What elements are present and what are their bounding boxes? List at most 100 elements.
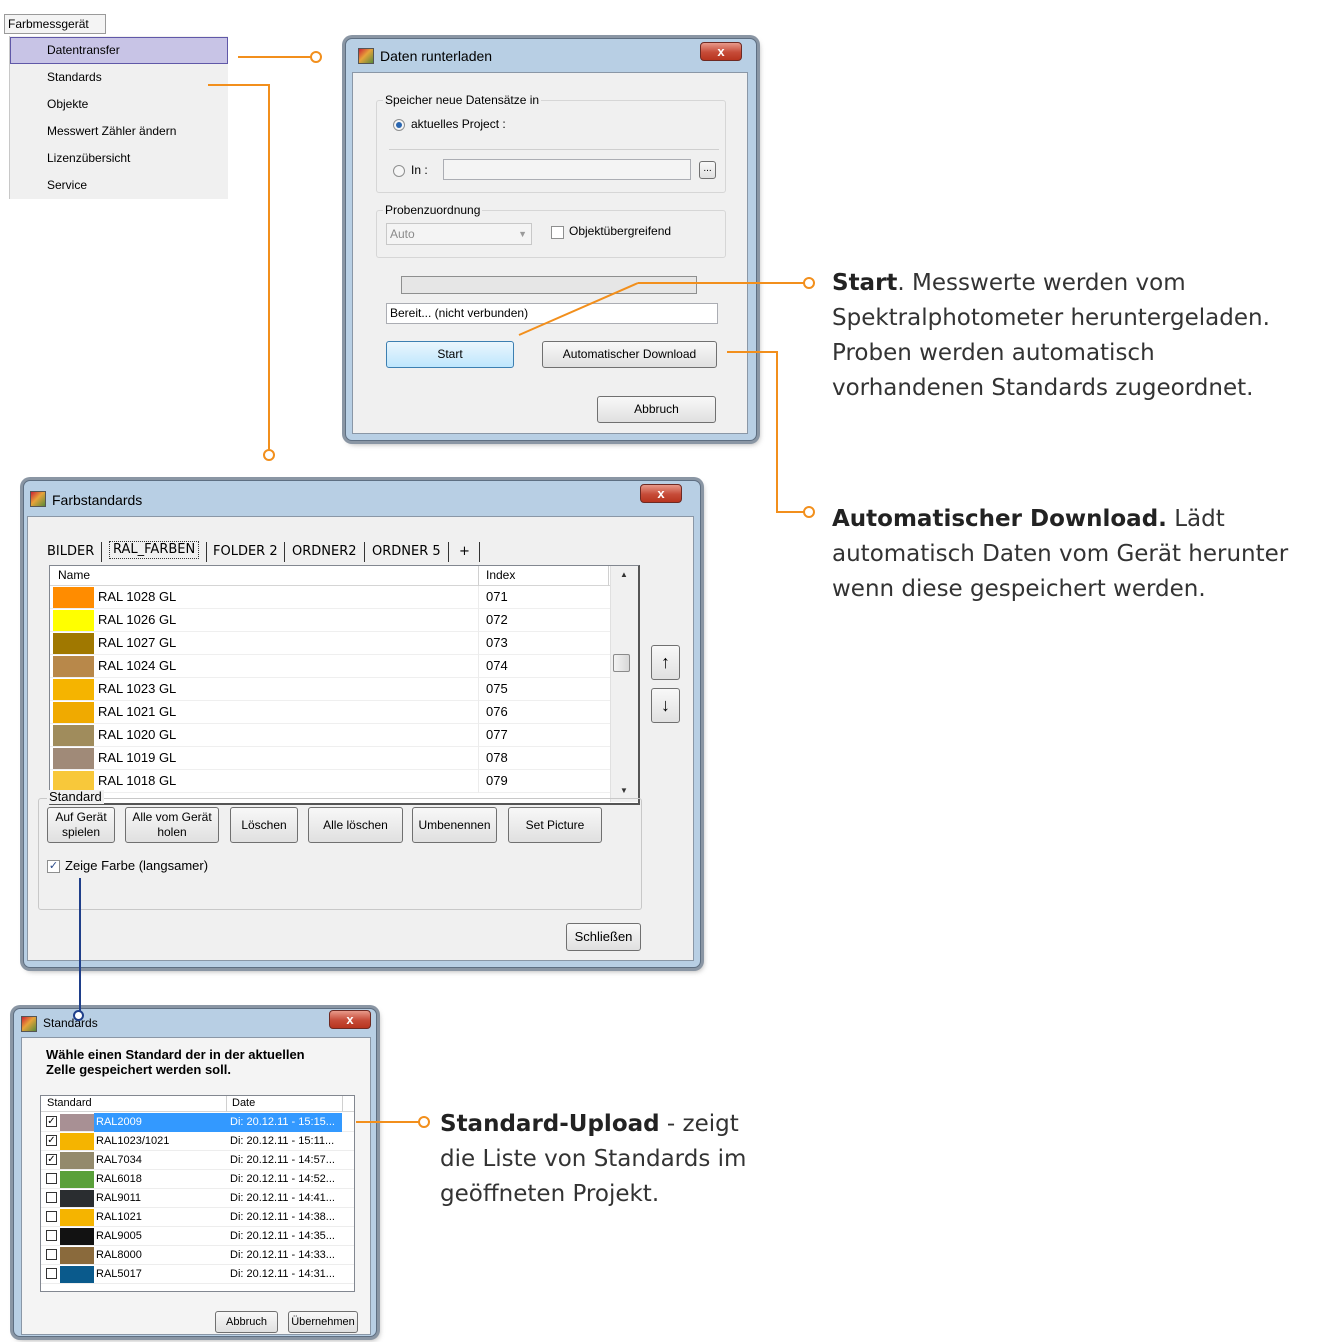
table-row[interactable]: RAL1021 Di: 20.12.11 - 14:38... (41, 1208, 354, 1227)
row-standard-name: RAL6018 (96, 1173, 142, 1185)
set-picture-button[interactable]: Set Picture (508, 807, 602, 843)
upload-cancel-button[interactable]: Abbruch (215, 1311, 278, 1333)
cross-object-checkbox[interactable] (551, 226, 564, 239)
menu-item-service[interactable]: Service (10, 172, 228, 199)
standards-list: Name Index RAL 1028 GL 071 RAL 1026 GL 072 R… (49, 565, 640, 805)
table-row[interactable]: ✓ RAL2009 Di: 20.12.11 - 15:15... (41, 1113, 354, 1132)
row-name: RAL 1020 GL (98, 727, 177, 742)
col-divider (478, 770, 479, 793)
color-swatch (53, 633, 94, 654)
farbstandards-client: BILDER RAL_FARBEN FOLDER 2 ORDNER2 ORDNE… (27, 516, 694, 961)
in-path-input[interactable] (443, 159, 691, 180)
row-index: 079 (486, 773, 508, 788)
tab-ral-farben[interactable]: RAL_FARBEN (109, 541, 200, 559)
row-name: RAL 1018 GL (98, 773, 177, 788)
farbstandards-title: Farbstandards (52, 492, 143, 508)
tab-bilder[interactable]: BILDER (47, 543, 94, 561)
tab-folder-2[interactable]: FOLDER 2 (213, 543, 278, 561)
tab-divider (101, 542, 102, 562)
radio-in[interactable] (393, 165, 405, 177)
tab-divider (284, 542, 285, 562)
delete-all-button[interactable]: Alle löschen (308, 807, 403, 843)
table-row[interactable]: RAL5017 Di: 20.12.11 - 14:31... (41, 1265, 354, 1284)
table-row[interactable]: RAL8000 Di: 20.12.11 - 14:33... (41, 1246, 354, 1265)
color-swatch (60, 1133, 94, 1150)
table-row[interactable]: RAL 1028 GL 071 (50, 586, 610, 609)
tab-ordner2[interactable]: ORDNER2 (292, 543, 357, 561)
close-icon[interactable]: x (700, 42, 742, 61)
row-name: RAL 1023 GL (98, 681, 177, 696)
row-checkbox[interactable] (46, 1173, 57, 1184)
table-row[interactable]: RAL6018 Di: 20.12.11 - 14:52... (41, 1170, 354, 1189)
menu-item-lizenzuebersicht[interactable]: Lizenzübersicht (10, 145, 228, 172)
table-row[interactable]: ✓ RAL1023/1021 Di: 20.12.11 - 15:11... (41, 1132, 354, 1151)
upload-apply-button[interactable]: Übernehmen (288, 1311, 358, 1333)
table-row[interactable]: RAL 1018 GL 079 (50, 770, 610, 793)
table-row[interactable]: RAL 1021 GL 076 (50, 701, 610, 724)
table-row[interactable]: ✓ RAL7034 Di: 20.12.11 - 14:57... (41, 1151, 354, 1170)
color-swatch (53, 725, 94, 746)
close-button[interactable]: Schließen (566, 923, 641, 951)
row-checkbox[interactable] (46, 1249, 57, 1260)
cancel-button[interactable]: Abbruch (597, 396, 716, 423)
browse-button[interactable]: ... (699, 161, 716, 179)
row-checkbox[interactable] (46, 1230, 57, 1241)
row-standard-name: RAL9005 (96, 1230, 142, 1242)
chevron-up-icon[interactable]: ▲ (620, 570, 628, 579)
show-color-checkbox[interactable]: ✓ (47, 860, 60, 873)
menu-item-objekte[interactable]: Objekte (10, 91, 228, 118)
menu-item-standards[interactable]: Standards (10, 64, 228, 91)
rename-button[interactable]: Umbenennen (412, 807, 497, 843)
play-to-device-button[interactable]: Auf Gerät spielen (47, 807, 115, 843)
radio-current-project[interactable] (393, 119, 405, 131)
menu-item-messwert-zaehler[interactable]: Messwert Zähler ändern (10, 118, 228, 145)
tab-add[interactable]: + (459, 543, 470, 561)
assignment-select[interactable]: Auto ▼ (386, 223, 532, 245)
color-swatch (60, 1190, 94, 1207)
table-row[interactable]: RAL 1024 GL 074 (50, 655, 610, 678)
row-date: Di: 20.12.11 - 15:11... (230, 1135, 335, 1147)
table-row[interactable]: RAL 1020 GL 077 (50, 724, 610, 747)
close-icon[interactable]: x (329, 1010, 371, 1029)
connector-line-blue (79, 878, 81, 1013)
scrollbar-thumb[interactable] (613, 654, 630, 672)
col-name-header[interactable]: Name (58, 567, 90, 584)
table-row[interactable]: RAL 1019 GL 078 (50, 747, 610, 770)
row-name: RAL 1028 GL (98, 589, 177, 604)
menu-header-farbmessgeraet[interactable]: Farbmessgerät (4, 14, 106, 34)
auto-download-button[interactable]: Automatischer Download (542, 341, 717, 368)
table-row[interactable]: RAL 1023 GL 075 (50, 678, 610, 701)
color-swatch (60, 1209, 94, 1226)
row-checkbox[interactable]: ✓ (46, 1154, 57, 1165)
chevron-down-icon[interactable]: ▼ (620, 786, 628, 795)
row-checkbox[interactable] (46, 1211, 57, 1222)
table-row[interactable]: RAL 1027 GL 073 (50, 632, 610, 655)
move-up-button[interactable]: ↑ (651, 645, 680, 680)
row-index: 072 (486, 612, 508, 627)
delete-button[interactable]: Löschen (230, 807, 298, 843)
col-index-header[interactable]: Index (486, 567, 515, 584)
row-checkbox[interactable]: ✓ (46, 1135, 57, 1146)
menu-item-datentransfer[interactable]: Datentransfer (10, 37, 228, 64)
color-swatch (53, 656, 94, 677)
row-checkbox[interactable] (46, 1268, 57, 1279)
tab-divider (448, 542, 449, 562)
fetch-all-button[interactable]: Alle vom Gerät holen (125, 807, 219, 843)
move-down-button[interactable]: ↓ (651, 688, 680, 723)
row-checkbox[interactable]: ✓ (46, 1116, 57, 1127)
row-checkbox[interactable] (46, 1192, 57, 1203)
table-row[interactable]: RAL9011 Di: 20.12.11 - 14:41... (41, 1189, 354, 1208)
start-button[interactable]: Start (386, 341, 514, 368)
table-row[interactable]: RAL9005 Di: 20.12.11 - 14:35... (41, 1227, 354, 1246)
connector-dot (263, 449, 275, 461)
list-scrollbar[interactable]: ▲ ▼ (610, 566, 638, 802)
col-date-header[interactable]: Date (232, 1096, 255, 1111)
app-icon (21, 1016, 37, 1032)
radio-in-label: In : (411, 163, 428, 177)
col-standard-header[interactable]: Standard (47, 1096, 92, 1111)
row-index: 075 (486, 681, 508, 696)
tab-ordner-5[interactable]: ORDNER 5 (372, 543, 441, 561)
table-row[interactable]: RAL 1026 GL 072 (50, 609, 610, 632)
close-icon[interactable]: x (640, 484, 682, 503)
upload-prompt-line-1: Wähle einen Standard der in der aktuelle… (46, 1047, 305, 1062)
